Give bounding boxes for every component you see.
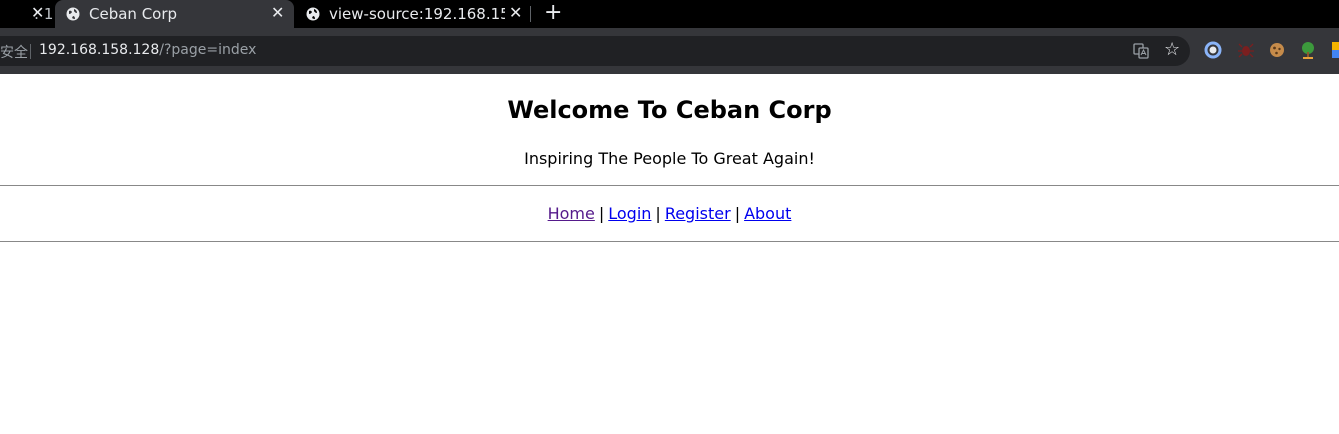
- page-title: Welcome To Ceban Corp: [507, 96, 832, 124]
- tab-close-icon[interactable]: ✕: [271, 4, 284, 22]
- address-bar[interactable]: 安全 192.168.158.128/?page=index ☆: [0, 36, 1190, 66]
- url-host: 192.168.158.128: [39, 42, 160, 58]
- tab-divider: [530, 6, 531, 22]
- tree-extension-icon[interactable]: [1298, 40, 1318, 60]
- tab-title: view-source:192.168.158.128: [329, 5, 505, 23]
- address-divider: [30, 44, 31, 59]
- translate-icon[interactable]: [1133, 43, 1149, 59]
- nav-separator: |: [655, 204, 661, 223]
- tab-strip: : 1 ✕ Ceban Corp ✕ view-source:192.168.1…: [0, 0, 1339, 28]
- horizontal-rule: [0, 241, 1339, 242]
- new-tab-button[interactable]: +: [544, 1, 562, 25]
- nav-link-login[interactable]: Login: [608, 204, 651, 223]
- browser-toolbar: 安全 192.168.158.128/?page=index ☆: [0, 28, 1339, 74]
- url-path: /?page=index: [159, 42, 257, 58]
- nav-link-home[interactable]: Home: [548, 204, 595, 223]
- bug-extension-icon[interactable]: [1236, 40, 1256, 60]
- tab-view-source[interactable]: view-source:192.168.158.128 ✕: [295, 0, 529, 28]
- nav-link-register[interactable]: Register: [665, 204, 731, 223]
- tab-ceban-corp[interactable]: Ceban Corp ✕: [55, 0, 294, 28]
- url-text[interactable]: 192.168.158.128/?page=index: [39, 42, 256, 58]
- tab-previous[interactable]: : 1 ✕: [0, 0, 53, 28]
- tab-close-icon[interactable]: ✕: [31, 4, 44, 22]
- globe-icon: [306, 7, 320, 21]
- site-nav: Home | Login | Register | About: [0, 204, 1339, 223]
- page-content: Welcome To Ceban Corp Inspiring The Peop…: [0, 74, 1339, 434]
- tab-close-icon[interactable]: ✕: [509, 4, 522, 22]
- security-indicator[interactable]: 安全: [0, 42, 28, 62]
- ring-extension-icon[interactable]: [1203, 40, 1223, 60]
- nav-separator: |: [598, 204, 605, 223]
- horizontal-rule: [0, 185, 1339, 186]
- tab-title: Ceban Corp: [89, 5, 178, 23]
- nav-separator: |: [734, 204, 741, 223]
- bookmark-star-icon[interactable]: ☆: [1164, 38, 1180, 62]
- globe-icon: [66, 7, 80, 21]
- cookie-extension-icon[interactable]: [1267, 40, 1287, 60]
- image-extension-icon[interactable]: [1330, 40, 1339, 60]
- page-tagline: Inspiring The People To Great Again!: [524, 149, 815, 168]
- nav-link-about[interactable]: About: [744, 204, 791, 223]
